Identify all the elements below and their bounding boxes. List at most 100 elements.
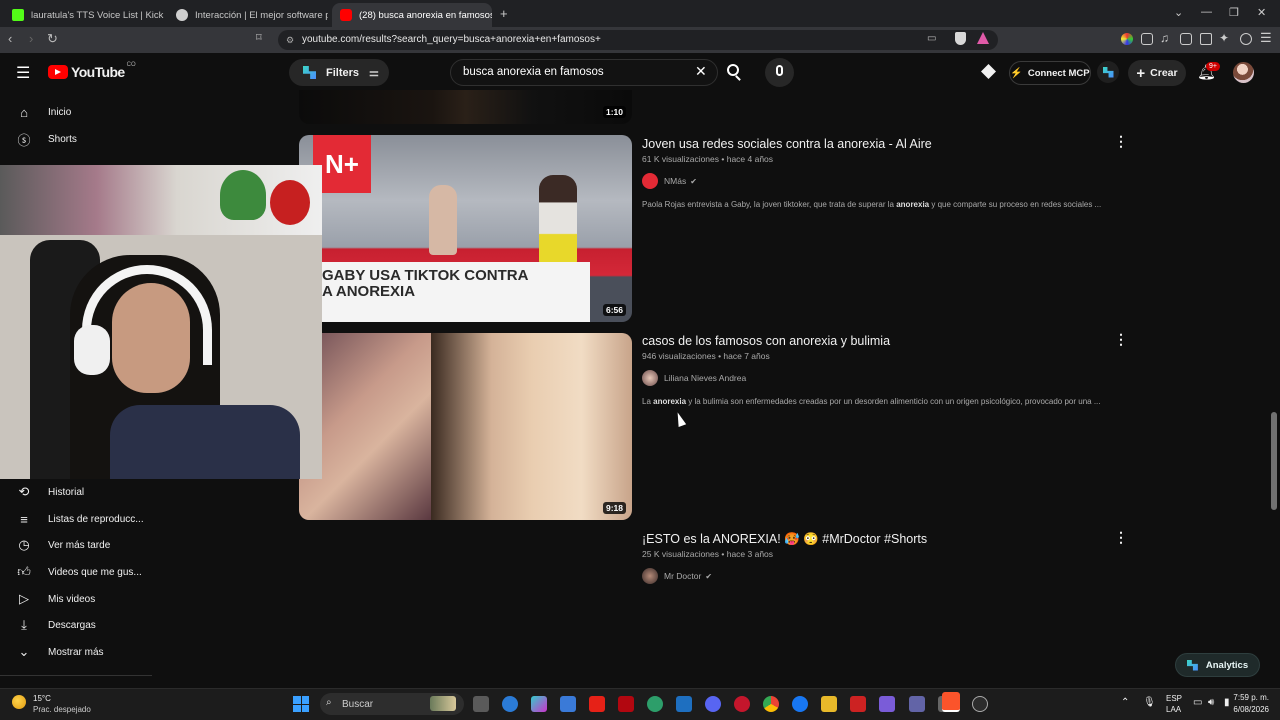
network-icon[interactable]: ▭ <box>1193 697 1202 708</box>
tray-chevron-icon[interactable]: ⌃ <box>1121 697 1129 708</box>
app-icon[interactable] <box>972 696 988 712</box>
sidebar-item-my-videos[interactable]: ▷ Mis videos <box>16 587 95 611</box>
reload-icon[interactable]: ↻ <box>47 31 58 47</box>
site-info-icon[interactable]: ⚙ <box>286 35 294 46</box>
store-icon[interactable] <box>560 696 576 712</box>
wallet-icon[interactable] <box>1200 33 1212 45</box>
search-input[interactable]: busca anorexia en famosos <box>450 59 718 86</box>
hamburger-menu-icon[interactable]: ☰ <box>16 63 30 83</box>
create-button[interactable]: + Crear <box>1128 60 1186 86</box>
more-actions-icon[interactable]: ⋮ <box>1114 133 1128 150</box>
opera-icon[interactable] <box>734 696 750 712</box>
volume-icon[interactable]: 🔊︎ <box>1208 697 1214 708</box>
video-title[interactable]: Joven usa redes sociales contra la anore… <box>642 137 932 151</box>
webcam-shirt <box>110 405 300 479</box>
tab-title: (28) busca anorexia en famosos <box>359 9 492 21</box>
discord-icon[interactable] <box>705 696 721 712</box>
browser-tab-active[interactable]: (28) busca anorexia en famosos ✕ <box>332 3 492 27</box>
task-view-icon[interactable] <box>473 696 489 712</box>
cast-icon[interactable]: ▭ <box>927 33 936 44</box>
youtube-logo[interactable]: YouTube CO <box>48 62 136 80</box>
thumbs-up-icon: 👍︎ <box>17 564 31 579</box>
analytics-button[interactable]: Analytics <box>1175 653 1260 677</box>
channel-link[interactable]: Mr Doctor ✔ <box>642 568 712 584</box>
avatar[interactable] <box>1233 62 1254 83</box>
video-title[interactable]: ¡ESTO es la ANOREXIA! 🥵 😳 #MrDoctor #Sho… <box>642 532 927 547</box>
mail-icon[interactable] <box>676 696 692 712</box>
sidebar-item-inicio[interactable]: ⌂ Inicio <box>16 100 71 124</box>
browser-tab[interactable]: lauratula's TTS Voice List | KickBot <box>4 3 164 27</box>
music-icon[interactable]: ♫ <box>1160 31 1169 45</box>
browser-tab[interactable]: Interacción | El mejor software para p <box>168 3 328 27</box>
tab-title: lauratula's TTS Voice List | KickBot <box>31 9 164 21</box>
app-icon[interactable] <box>879 696 895 712</box>
windows-start-icon[interactable] <box>293 696 309 712</box>
sidebar-item-label: Shorts <box>48 133 77 145</box>
more-actions-icon[interactable]: ⋮ <box>1114 331 1128 348</box>
file-explorer-icon[interactable] <box>821 696 837 712</box>
clear-search-icon[interactable]: ✕ <box>695 63 707 80</box>
youtube-app-icon[interactable] <box>589 696 605 712</box>
more-actions-icon[interactable]: ⋮ <box>1114 529 1128 546</box>
sidebar-item-show-more[interactable]: ⌄ Mostrar más <box>16 640 104 664</box>
app-icon[interactable] <box>850 696 866 712</box>
new-tab-button[interactable]: + <box>500 6 508 21</box>
weather-icon[interactable] <box>12 695 26 709</box>
scrollbar-thumb[interactable] <box>1271 412 1277 510</box>
sidebar-item-label: Ver más tarde <box>48 539 111 551</box>
sidebar-toggle-icon[interactable] <box>1180 33 1192 45</box>
tab-search-icon[interactable]: ⌄ <box>1174 6 1183 19</box>
sidebar-item-watch-later[interactable]: ◷ Ver más tarde <box>16 533 110 557</box>
bookmark-icon[interactable]: ⌑ <box>256 31 262 44</box>
copilot-icon[interactable] <box>531 696 547 712</box>
download-icon: ⤓ <box>21 617 27 632</box>
minimize-icon[interactable]: — <box>1201 6 1212 18</box>
app-icon[interactable] <box>502 696 518 712</box>
language-line1[interactable]: ESP <box>1166 694 1182 703</box>
clock-time[interactable]: 7:59 p. m. <box>1233 693 1269 702</box>
sidebar-item-historial[interactable]: ⟲ Historial <box>16 480 85 504</box>
connect-mcp-button[interactable]: ⚡ Connect MCP <box>1009 61 1091 85</box>
url-field[interactable]: youtube.com/results?search_query=busca+a… <box>278 30 998 50</box>
netflix-icon[interactable] <box>618 696 634 712</box>
channel-link[interactable]: Liliana Nieves Andrea <box>642 370 746 386</box>
close-window-icon[interactable]: ✕ <box>1257 6 1266 19</box>
search-icon[interactable] <box>727 64 739 76</box>
channel-link[interactable]: NMás ✔ <box>642 173 697 189</box>
microphone-tray-icon[interactable]: 🎙︎ <box>1143 697 1156 708</box>
brave-shield-icon[interactable] <box>955 32 966 45</box>
maximize-icon[interactable]: ❐ <box>1229 6 1239 19</box>
brave-browser-icon[interactable] <box>942 692 960 712</box>
filters-button[interactable]: Filters ⚌ <box>289 59 389 86</box>
brave-rewards-icon[interactable] <box>977 32 989 44</box>
filters-extension-button[interactable] <box>1097 61 1119 83</box>
sidebar-item-playlists[interactable]: ≡ Listas de reproducc... <box>16 507 143 531</box>
facebook-icon[interactable] <box>792 696 808 712</box>
channel-avatar <box>642 370 658 386</box>
extension-icon[interactable] <box>1121 33 1133 45</box>
extensions-puzzle-icon[interactable] <box>1141 33 1153 45</box>
sidebar-item-downloads[interactable]: ⤓ Descargas <box>16 613 96 637</box>
channel-avatar <box>642 173 658 189</box>
forward-icon[interactable]: › <box>29 31 33 46</box>
chevron-down-icon: ⌄ <box>18 644 30 659</box>
edge-icon[interactable] <box>647 696 663 712</box>
teams-icon[interactable] <box>909 696 925 712</box>
ai-sparkle-icon[interactable]: ✦ <box>1219 31 1229 45</box>
menu-icon[interactable]: ☰ <box>1260 30 1272 46</box>
video-thumbnail[interactable]: 9:18 <box>299 333 632 520</box>
back-icon[interactable]: ‹ <box>8 31 12 46</box>
video-title[interactable]: casos de los famosos con anorexia y buli… <box>642 334 890 348</box>
chrome-icon[interactable] <box>763 696 779 712</box>
sidebar-item-shorts[interactable]: ⓢ Shorts <box>16 127 77 151</box>
sidebar-item-liked-videos[interactable]: 👍︎ Videos que me gus... <box>16 560 142 584</box>
video-description: Paola Rojas entrevista a Gaby, la joven … <box>642 200 1102 209</box>
create-label: Crear <box>1150 67 1178 79</box>
plug-icon: ⚡ <box>1010 67 1023 79</box>
voice-search-button[interactable] <box>765 58 794 87</box>
microphone-icon <box>776 65 783 76</box>
video-thumbnail[interactable]: N+ GABY USA TIKTOK CONTRA A ANOREXIA 6:5… <box>299 135 632 322</box>
vpn-icon[interactable] <box>1240 33 1252 45</box>
video-thumbnail[interactable]: 1:10 <box>299 90 632 124</box>
windows-taskbar <box>0 688 1280 720</box>
